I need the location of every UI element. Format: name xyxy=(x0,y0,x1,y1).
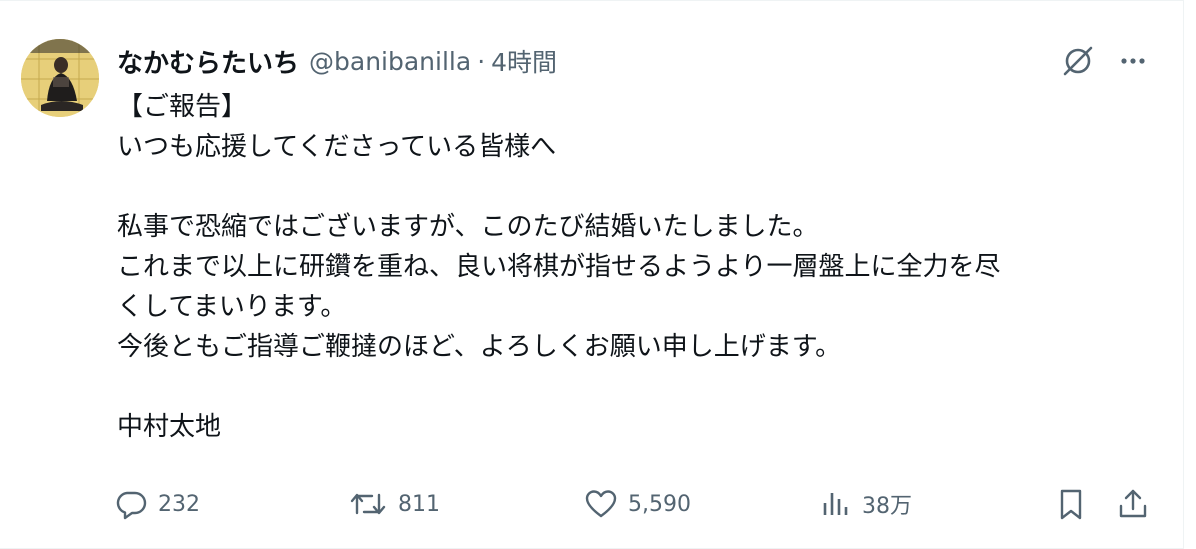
share-icon xyxy=(1119,489,1147,518)
grok-button[interactable] xyxy=(1058,41,1098,81)
reply-button[interactable]: 232 xyxy=(114,481,200,527)
author-display-name[interactable]: なかむらたいち xyxy=(117,43,299,80)
author-handle[interactable]: @banibanilla xyxy=(309,47,471,76)
tweet-text-blank-line xyxy=(117,167,1157,207)
tweet-text-line: 中村太地 xyxy=(117,412,222,442)
tweet-text-line: 【ご報告】 xyxy=(117,92,248,122)
grok-icon xyxy=(1063,46,1093,76)
post-timestamp[interactable]: 4時間 xyxy=(491,43,557,79)
tweet-text-line: 今後ともご指導ご鞭撻のほど、よろしくお願い申し上げます。 xyxy=(117,332,842,362)
repost-count: 811 xyxy=(398,491,440,517)
views-count: 38万 xyxy=(862,494,912,519)
avatar[interactable] xyxy=(21,39,99,117)
share-button[interactable] xyxy=(1116,481,1150,527)
separator-dot: · xyxy=(477,46,486,76)
repost-icon xyxy=(350,493,386,515)
tweet-text-line: いつも応援してくださっている皆様へ xyxy=(117,132,557,162)
bookmark-button[interactable] xyxy=(1054,481,1088,527)
views-button[interactable]: 38万 xyxy=(820,481,912,527)
reply-count: 232 xyxy=(158,491,200,517)
tweet-text: 【ご報告】 いつも応援してくださっている皆様へ 私事で恐縮ではございますが、この… xyxy=(117,87,1157,447)
repost-button[interactable]: 811 xyxy=(348,481,440,527)
tweet-text-line: これまで以上に研鑽を重ね、良い将棋が指せるようより一層盤上に全力を尽 xyxy=(117,252,1001,282)
tweet-header: なかむらたいち @banibanilla · 4時間 xyxy=(117,41,557,81)
more-options-button[interactable] xyxy=(1113,41,1153,81)
avatar-image xyxy=(21,39,99,117)
tweet-text-line: 私事で恐縮ではございますが、このたび結婚いたしました。 xyxy=(117,212,819,242)
heart-icon xyxy=(585,490,617,518)
views-icon xyxy=(823,493,848,515)
tweet-card: なかむらたいち @banibanilla · 4時間 【ご報告】 いつも応援して… xyxy=(0,0,1184,549)
tweet-text-line: くしてまいります。 xyxy=(117,292,347,322)
tweet-text-blank-line xyxy=(117,367,1157,407)
action-bar: 232 811 5,590 38万 xyxy=(0,481,1184,527)
like-button[interactable]: 5,590 xyxy=(584,481,691,527)
reply-icon xyxy=(116,491,147,520)
bookmark-icon xyxy=(1060,489,1082,520)
more-icon xyxy=(1121,58,1145,64)
like-count: 5,590 xyxy=(628,491,691,517)
